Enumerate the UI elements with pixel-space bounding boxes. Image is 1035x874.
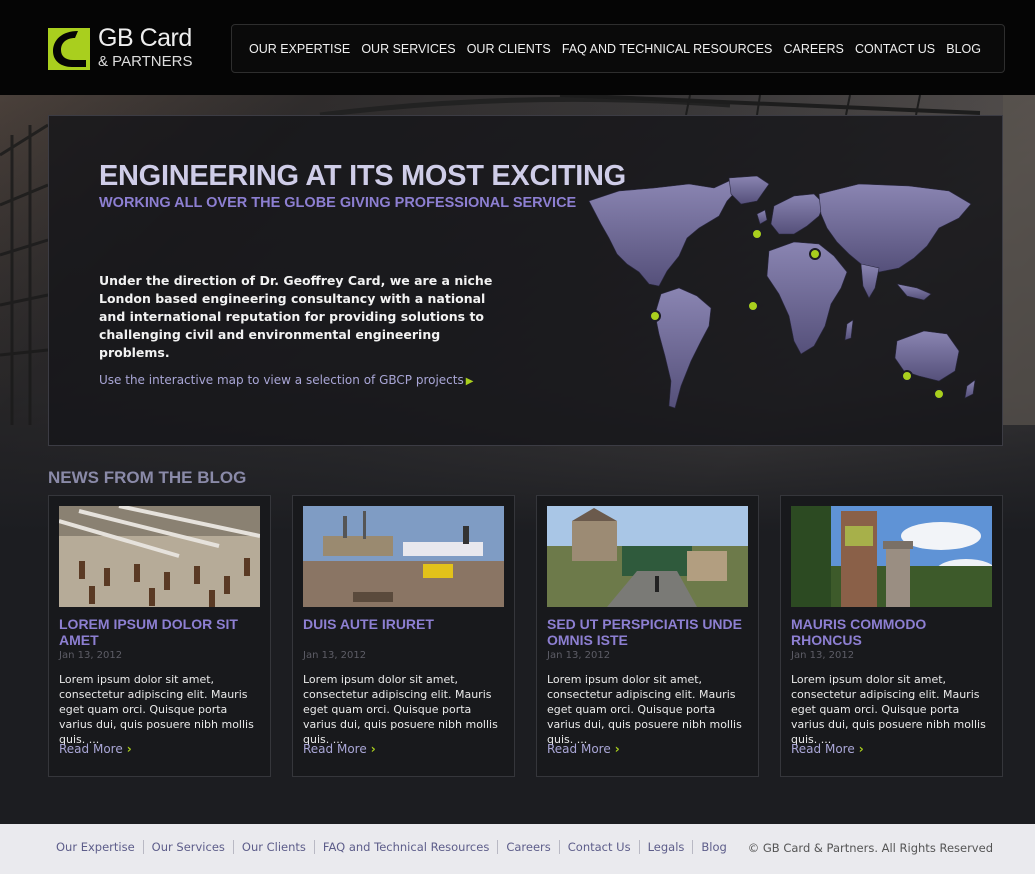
chevron-right-icon: ›: [370, 742, 376, 756]
chevron-right-icon: ›: [614, 742, 620, 756]
interactive-map-link-label: Use the interactive map to view a select…: [99, 373, 464, 387]
footer-link-our-clients[interactable]: Our Clients: [232, 840, 314, 854]
chevron-right-icon: ›: [126, 742, 132, 756]
nav-item-faq[interactable]: FAQ AND TECHNICAL RESOURCES: [562, 42, 772, 56]
read-more-link[interactable]: Read More ›: [59, 742, 132, 756]
news-excerpt: Lorem ipsum dolor sit amet, consectetur …: [547, 673, 742, 746]
news-excerpt: Lorem ipsum dolor sit amet, consectetur …: [59, 673, 254, 746]
news-title[interactable]: SED UT PERSPICIATIS UNDE OMNIS ISTE: [547, 616, 748, 648]
read-more-label: Read More: [547, 742, 611, 756]
news-image-construction[interactable]: [59, 506, 260, 607]
map-marker-london: [751, 228, 763, 240]
nav-item-blog[interactable]: BLOG: [946, 42, 981, 56]
footer-link-faq[interactable]: FAQ and Technical Resources: [313, 840, 497, 854]
news-image-railway[interactable]: [547, 506, 748, 607]
news-title[interactable]: DUIS AUTE IRURET: [303, 616, 504, 632]
copyright: © GB Card & Partners. All Rights Reserve…: [747, 841, 993, 855]
logo[interactable]: GB Card & PARTNERS: [48, 24, 208, 72]
nav-item-our-clients[interactable]: OUR CLIENTS: [467, 42, 551, 56]
map-marker-melbourne: [933, 388, 945, 400]
news-image-water-tower[interactable]: [791, 506, 992, 607]
news-heading: NEWS FROM THE BLOG: [48, 468, 247, 487]
map-marker-west-africa: [747, 300, 759, 312]
logo-name: GB Card: [98, 24, 192, 52]
chevron-right-icon: ›: [858, 742, 864, 756]
news-date: Jan 13, 2012: [59, 650, 123, 661]
map-marker-perth: [901, 370, 913, 382]
logo-subtitle: & PARTNERS: [98, 53, 193, 70]
news-date: Jan 13, 2012: [547, 650, 611, 661]
nav-item-our-services[interactable]: OUR SERVICES: [361, 42, 455, 56]
footer-link-careers[interactable]: Careers: [497, 840, 558, 854]
arrow-right-icon: ▶: [465, 376, 474, 387]
read-more-label: Read More: [303, 742, 367, 756]
news-title[interactable]: MAURIS COMMODO RHONCUS: [791, 616, 992, 648]
hero-description: Under the direction of Dr. Geoffrey Card…: [99, 273, 493, 360]
map-marker-south-america: [649, 310, 661, 322]
read-more-label: Read More: [791, 742, 855, 756]
news-card: MAURIS COMMODO RHONCUS Jan 13, 2012 Lore…: [780, 495, 1003, 777]
nav-item-careers[interactable]: CAREERS: [783, 42, 843, 56]
footer-link-our-services[interactable]: Our Services: [142, 840, 233, 854]
news-date: Jan 13, 2012: [303, 650, 367, 661]
hero-title: ENGINEERING AT ITS MOST EXCITING: [99, 160, 626, 192]
footer-link-legals[interactable]: Legals: [638, 840, 693, 854]
world-map-icon[interactable]: [579, 176, 979, 426]
news-excerpt: Lorem ipsum dolor sit amet, consectetur …: [791, 673, 986, 746]
news-excerpt: Lorem ipsum dolor sit amet, consectetur …: [303, 673, 498, 746]
news-image-harbour[interactable]: [303, 506, 504, 607]
read-more-label: Read More: [59, 742, 123, 756]
news-card: SED UT PERSPICIATIS UNDE OMNIS ISTE Jan …: [536, 495, 759, 777]
news-title[interactable]: LOREM IPSUM DOLOR SIT AMET: [59, 616, 260, 648]
site-footer: Our Expertise Our Services Our Clients F…: [0, 824, 1035, 874]
read-more-link[interactable]: Read More ›: [547, 742, 620, 756]
read-more-link[interactable]: Read More ›: [303, 742, 376, 756]
read-more-link[interactable]: Read More ›: [791, 742, 864, 756]
footer-link-our-expertise[interactable]: Our Expertise: [56, 840, 143, 854]
nav-item-our-expertise[interactable]: OUR EXPERTISE: [249, 42, 350, 56]
footer-link-contact-us[interactable]: Contact Us: [558, 840, 639, 854]
news-card: LOREM IPSUM DOLOR SIT AMET Jan 13, 2012 …: [48, 495, 271, 777]
logo-mark-icon: [48, 28, 90, 70]
footer-link-blog[interactable]: Blog: [692, 840, 734, 854]
nav-item-contact-us[interactable]: CONTACT US: [855, 42, 935, 56]
main-nav: OUR EXPERTISE OUR SERVICES OUR CLIENTS F…: [231, 24, 1005, 73]
news-date: Jan 13, 2012: [791, 650, 855, 661]
news-card: DUIS AUTE IRURET Jan 13, 2012 Lorem ipsu…: [292, 495, 515, 777]
site-header: GB Card & PARTNERS OUR EXPERTISE OUR SER…: [0, 0, 1035, 95]
interactive-map-link[interactable]: Use the interactive map to view a select…: [99, 373, 473, 387]
hero-subtitle: WORKING ALL OVER THE GLOBE GIVING PROFES…: [99, 195, 577, 211]
map-marker-middle-east: [809, 248, 821, 260]
hero-panel: ENGINEERING AT ITS MOST EXCITING WORKING…: [48, 115, 1003, 446]
footer-nav: Our Expertise Our Services Our Clients F…: [56, 840, 735, 854]
